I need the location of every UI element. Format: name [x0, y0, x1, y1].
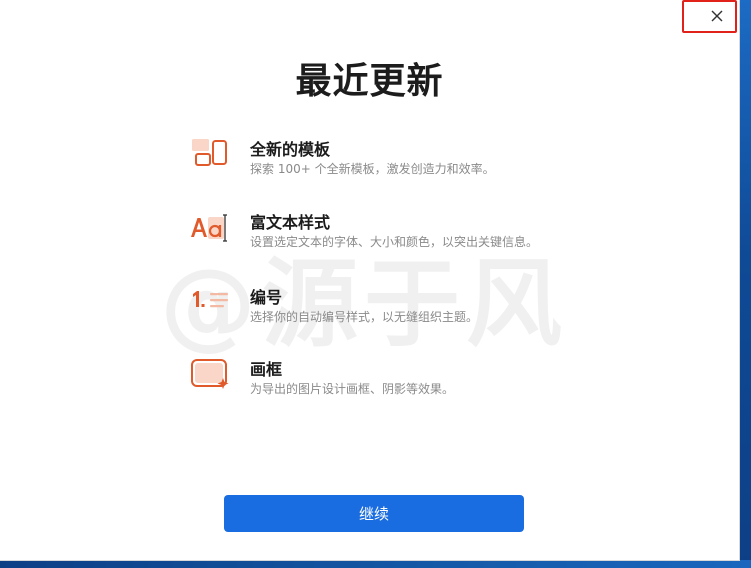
- whats-new-dialog: 最近更新 @源于风 全新的模板 探索 100+ 个全新模板，激发创造力和效率。 …: [0, 0, 739, 560]
- feature-item-templates: 全新的模板 探索 100+ 个全新模板，激发创造力和效率。: [188, 136, 608, 180]
- close-icon: [711, 10, 723, 22]
- feature-item-rich-text: 富文本样式 设置选定文本的字体、大小和颜色，以突出关键信息。: [188, 209, 608, 253]
- feature-description: 设置选定文本的字体、大小和颜色，以突出关键信息。: [250, 235, 539, 249]
- frame-icon: [191, 359, 229, 389]
- feature-item-numbering: 编号 选择你的自动编号样式，以无缝组织主题。: [188, 284, 608, 328]
- close-button[interactable]: [706, 6, 728, 28]
- feature-item-frame: 画框 为导出的图片设计画框、阴影等效果。: [188, 356, 608, 400]
- continue-button[interactable]: 继续: [224, 495, 524, 532]
- feature-description: 选择你的自动编号样式，以无缝组织主题。: [250, 310, 479, 324]
- feature-name: 全新的模板: [250, 140, 331, 159]
- rich-text-icon: [191, 214, 227, 242]
- feature-name: 富文本样式: [250, 213, 331, 232]
- desktop-background-right: [739, 0, 751, 568]
- template-icon: [192, 139, 227, 166]
- feature-name: 编号: [250, 288, 283, 307]
- feature-description: 探索 100+ 个全新模板，激发创造力和效率。: [250, 162, 495, 176]
- desktop-background-bottom: [0, 560, 751, 568]
- feature-description: 为导出的图片设计画框、阴影等效果。: [250, 382, 455, 396]
- numbering-icon: [193, 291, 228, 308]
- dialog-title: 最近更新: [295, 61, 444, 102]
- feature-name: 画框: [250, 360, 283, 379]
